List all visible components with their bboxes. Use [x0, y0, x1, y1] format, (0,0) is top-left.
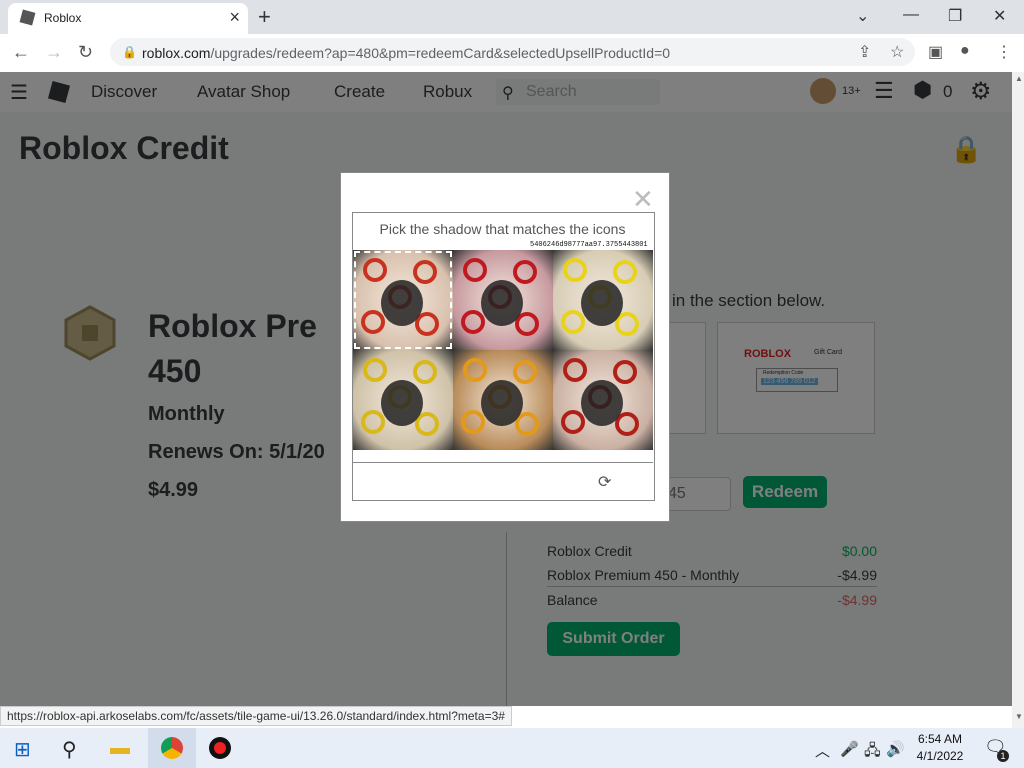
close-icon[interactable]: ✕ — [632, 184, 654, 215]
captcha-tile[interactable] — [353, 350, 453, 450]
tile-shadow — [581, 280, 623, 326]
session-id: 5406246d98777aa97.3755443801 — [530, 241, 648, 249]
tile-icon — [561, 310, 585, 334]
captcha-tile[interactable] — [353, 250, 453, 350]
clock[interactable]: 6:54 AM 4/1/2022 — [910, 731, 970, 765]
tile-icon — [361, 410, 385, 434]
tile-shadow — [381, 380, 423, 426]
microphone-icon[interactable]: 🎤 — [840, 740, 859, 758]
captcha-tile[interactable] — [453, 350, 553, 450]
tile-icon — [561, 410, 585, 434]
refresh-icon[interactable]: ⟳ — [598, 472, 611, 492]
close-window-icon[interactable]: ✕ — [993, 6, 1006, 26]
notification-count: 1 — [997, 750, 1009, 762]
tile-icon — [563, 258, 587, 282]
status-url: https://roblox-api.arkoselabs.com/fc/ass… — [0, 706, 512, 726]
tile-shadow — [481, 280, 523, 326]
url-path: /upgrades/redeem?ap=480&pm=redeemCard&se… — [210, 45, 671, 61]
tile-shadow — [381, 280, 423, 326]
side-panel-icon[interactable]: ▣ — [928, 42, 943, 62]
captcha-tile[interactable] — [553, 350, 653, 450]
time: 6:54 AM — [917, 732, 963, 746]
back-icon[interactable]: ← — [12, 42, 30, 63]
tile-shadow — [481, 380, 523, 426]
file-explorer-icon[interactable]: ▬ — [110, 737, 130, 760]
tile-icon — [613, 360, 637, 384]
tile-icon — [413, 360, 437, 384]
tile-icon — [461, 410, 485, 434]
tile-icon — [413, 260, 437, 284]
bookmark-star-icon[interactable]: ☆ — [890, 42, 904, 62]
captcha-tile[interactable] — [553, 250, 653, 350]
tile-icon — [363, 258, 387, 282]
new-tab-icon[interactable]: + — [258, 4, 271, 30]
tile-icon — [613, 260, 637, 284]
minimize-icon[interactable]: — — [903, 6, 919, 24]
share-icon[interactable]: ⇪ — [858, 42, 871, 62]
captcha-divider — [352, 462, 653, 463]
tray-chevron-icon[interactable]: ︿ — [815, 740, 830, 761]
scrollbar[interactable]: ▲ ▼ — [1012, 72, 1024, 728]
roblox-favicon-icon — [19, 9, 36, 26]
tile-icon — [361, 310, 385, 334]
url-host: roblox.com — [142, 45, 211, 61]
tile-icon — [563, 358, 587, 382]
volume-icon[interactable]: 🔊 — [886, 740, 905, 758]
record-icon[interactable] — [209, 737, 231, 759]
tab-search-icon[interactable]: ⌄ — [856, 6, 869, 26]
tile-icon — [513, 260, 537, 284]
tile-icon — [463, 258, 487, 282]
search-icon[interactable]: ⚲ — [62, 737, 77, 762]
restore-icon[interactable]: ❐ — [948, 6, 962, 26]
reload-icon[interactable]: ↻ — [78, 42, 93, 63]
profile-icon[interactable]: ● — [960, 42, 970, 60]
url-text[interactable]: roblox.com/upgrades/redeem?ap=480&pm=red… — [142, 45, 670, 61]
date: 4/1/2022 — [916, 749, 964, 763]
network-icon[interactable]: 🖧 — [864, 740, 881, 765]
close-tab-icon[interactable]: × — [229, 7, 240, 28]
lock-icon[interactable]: 🔒 — [122, 45, 137, 59]
browser-tab[interactable]: Roblox × — [8, 3, 248, 34]
captcha-tile-grid — [353, 250, 653, 450]
captcha-instruction: Pick the shadow that matches the icons — [379, 221, 626, 237]
forward-icon[interactable]: → — [45, 42, 63, 63]
tile-icon — [463, 358, 487, 382]
captcha-tile[interactable] — [453, 250, 553, 350]
tile-icon — [513, 360, 537, 384]
tile-shadow — [581, 380, 623, 426]
tab-title: Roblox — [44, 11, 82, 25]
tile-icon — [363, 358, 387, 382]
tile-icon — [461, 310, 485, 334]
menu-dots-icon[interactable]: ⋮ — [996, 42, 1012, 62]
windows-start-icon[interactable]: ⊞ — [14, 737, 31, 762]
chrome-icon[interactable] — [161, 737, 183, 759]
